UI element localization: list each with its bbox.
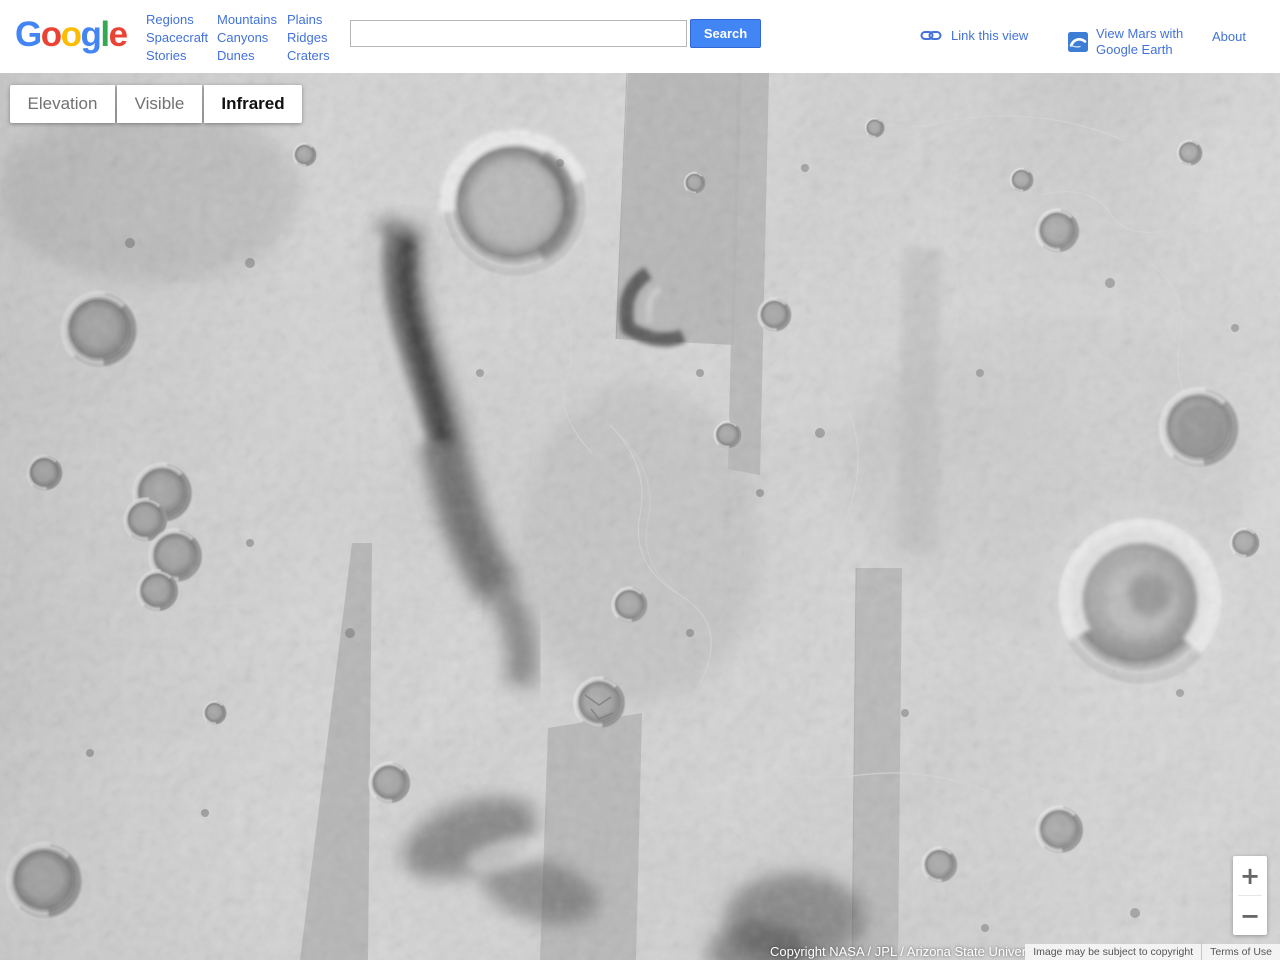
logo-letter: g [80, 15, 102, 54]
copyright-notice: Image may be subject to copyright [1033, 946, 1194, 958]
google-earth-icon [1068, 32, 1088, 52]
nav-link-regions[interactable]: Regions [146, 11, 208, 29]
zoom-control: + − [1233, 856, 1267, 935]
chain-link-icon [920, 31, 942, 40]
google-logo[interactable]: Google [15, 10, 128, 60]
google-mars-app: Google Regions Spacecraft Stories Mounta… [0, 0, 1280, 960]
link-this-view-label: Link this view [951, 28, 1029, 43]
nav-link-ridges[interactable]: Ridges [287, 29, 330, 47]
search-button[interactable]: Search [690, 19, 761, 48]
view-mars-google-earth-button[interactable]: View Mars with Google Earth [1068, 26, 1183, 58]
nav-column-1: Regions Spacecraft Stories [146, 11, 208, 65]
logo-letter: o [40, 15, 62, 54]
layer-tabs: Elevation Visible Infrared [10, 85, 302, 123]
about-link[interactable]: About [1212, 29, 1246, 44]
nav-column-2: Mountains Canyons Dunes [217, 11, 277, 65]
zoom-out-button[interactable]: − [1233, 896, 1267, 935]
logo-letter: e [108, 15, 128, 54]
nav-column-3: Plains Ridges Craters [287, 11, 330, 65]
tab-infrared[interactable]: Infrared [204, 85, 302, 123]
nav-link-stories[interactable]: Stories [146, 47, 208, 65]
logo-letter: o [60, 15, 82, 54]
zoom-in-button[interactable]: + [1233, 856, 1267, 895]
search-input[interactable] [350, 20, 687, 47]
mars-infrared-map[interactable] [0, 73, 1280, 960]
nav-link-mountains[interactable]: Mountains [217, 11, 277, 29]
tab-visible[interactable]: Visible [117, 85, 202, 123]
nav-link-spacecraft[interactable]: Spacecraft [146, 29, 208, 47]
nav-link-canyons[interactable]: Canyons [217, 29, 277, 47]
tab-elevation[interactable]: Elevation [10, 85, 115, 123]
view-mars-label: View Mars with Google Earth [1096, 26, 1184, 57]
logo-letter: G [15, 15, 42, 54]
nav-link-dunes[interactable]: Dunes [217, 47, 277, 65]
link-this-view-button[interactable]: Link this view [920, 28, 1028, 43]
logo-letter: l [100, 15, 110, 54]
attribution-bar: Image may be subject to copyright Terms … [1025, 944, 1280, 960]
map-copyright-text: Copyright NASA / JPL / Arizona State Uni… [770, 944, 1046, 959]
nav-link-plains[interactable]: Plains [287, 11, 330, 29]
terms-of-use-link[interactable]: Terms of Use [1201, 944, 1280, 960]
nav-link-craters[interactable]: Craters [287, 47, 330, 65]
mars-map-viewport[interactable] [0, 73, 1280, 960]
header: Google Regions Spacecraft Stories Mounta… [0, 0, 1280, 73]
